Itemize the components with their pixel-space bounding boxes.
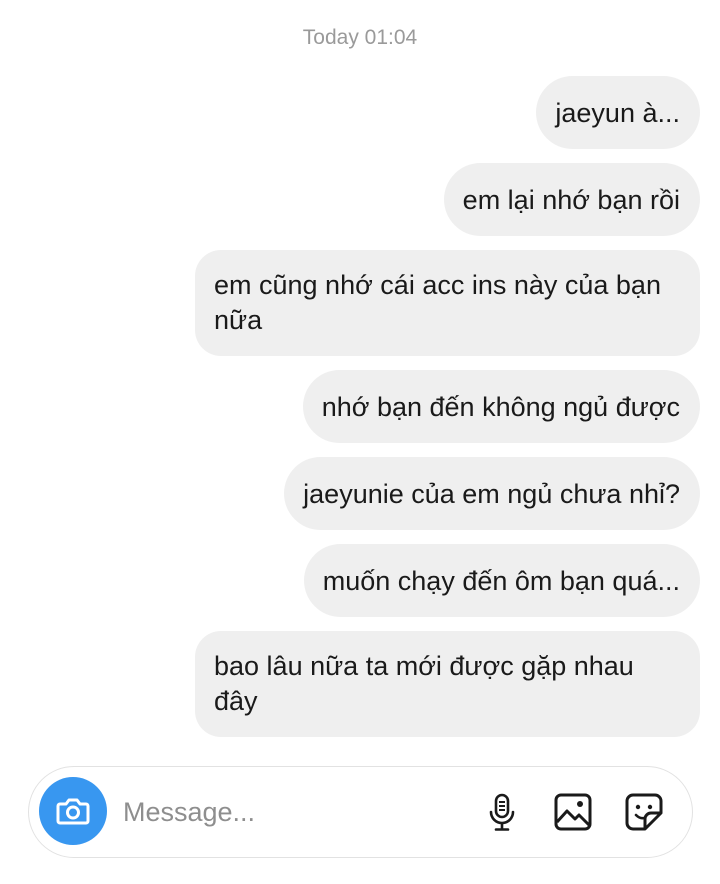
gallery-button[interactable]: [552, 791, 594, 833]
sticker-button[interactable]: [623, 791, 665, 833]
message-input[interactable]: [123, 789, 453, 835]
chat-screen: Today 01:04 jaeyun à... em lại nhớ bạn r…: [0, 0, 720, 884]
message-bubble[interactable]: muốn chạy đến ôm bạn quá...: [303, 544, 700, 617]
gallery-icon: [554, 793, 592, 831]
sticker-icon: [625, 793, 663, 831]
message-bubble[interactable]: bao lâu nữa ta mới được gặp nhau đây: [195, 631, 700, 737]
message-bubble[interactable]: jaeyun à...: [536, 76, 700, 149]
message-bubble[interactable]: em lại nhớ bạn rồi: [443, 163, 700, 236]
message-composer: [28, 766, 693, 858]
message-thread: jaeyun à... em lại nhớ bạn rồi em cũng n…: [180, 76, 700, 751]
microphone-icon: [489, 793, 515, 831]
message-bubble[interactable]: jaeyunie của em ngủ chưa nhỉ?: [284, 457, 700, 530]
camera-icon: [56, 798, 90, 825]
message-bubble[interactable]: em cũng nhớ cái acc ins này của bạn nữa: [195, 250, 700, 356]
message-bubble[interactable]: nhớ bạn đến không ngủ được: [302, 370, 700, 443]
voice-message-button[interactable]: [481, 791, 523, 833]
message-timestamp: Today 01:04: [302, 26, 418, 49]
camera-button[interactable]: [39, 777, 107, 845]
